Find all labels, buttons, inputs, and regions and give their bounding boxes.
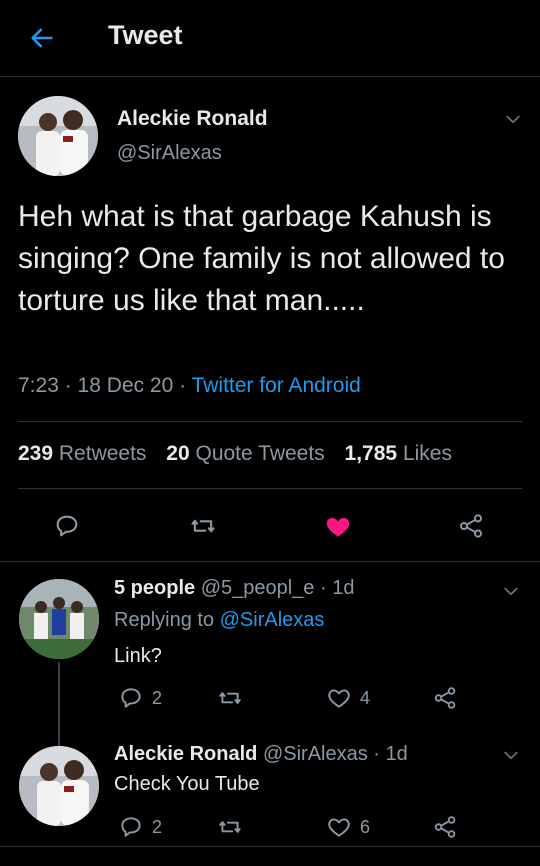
chevron-down-icon: [506, 115, 520, 124]
author-avatar[interactable]: [18, 96, 98, 176]
reply-button[interactable]: [51, 510, 83, 542]
quote-tweets-label: Quote Tweets: [195, 442, 325, 465]
meta-separator: ·: [58, 374, 78, 397]
reply-count: 2: [152, 816, 163, 837]
more-options-button[interactable]: [502, 108, 524, 130]
heart-icon: [328, 689, 350, 708]
back-button[interactable]: [26, 22, 58, 54]
quote-tweets-stat[interactable]: 20 Quote Tweets: [166, 442, 324, 465]
reply-count: 2: [152, 687, 163, 708]
quote-tweets-count: 20: [166, 442, 190, 465]
thread-line: [58, 662, 60, 740]
tweet-source-link[interactable]: Twitter for Android: [192, 374, 361, 397]
retweets-label: Retweets: [58, 442, 147, 465]
tweet-stats: 239 Retweets 20 Quote Tweets 1,785 Likes: [18, 442, 466, 466]
avatar-photo: [18, 96, 98, 176]
tweet-actions: [0, 500, 540, 550]
avatar-photo: [19, 579, 99, 659]
chevron-down-icon: [504, 587, 518, 596]
reply-more-button[interactable]: [500, 744, 522, 766]
reply-more-button[interactable]: [500, 580, 522, 602]
reply-header: 5 people @5_peopl_e · 1d: [114, 577, 354, 600]
reply-avatar[interactable]: [19, 579, 99, 659]
divider: [18, 421, 522, 422]
page-title: Tweet: [108, 20, 183, 50]
reply-actions: 2 4: [114, 683, 514, 713]
likes-count: 1,785: [344, 442, 398, 465]
tweet-time: 7:23: [18, 374, 59, 397]
chevron-down-icon: [504, 751, 518, 760]
reply-icon: [121, 688, 141, 708]
reply-like-button[interactable]: 6: [326, 812, 370, 842]
divider: [18, 488, 522, 489]
arrow-left-icon: [31, 28, 53, 48]
tweet-meta: 7:23 · 18 Dec 20 · Twitter for Android: [18, 374, 361, 398]
retweets-count: 239: [18, 442, 54, 465]
like-count: 6: [360, 816, 371, 837]
reply-actions: 2 6: [114, 812, 514, 842]
reply-separator: ·: [314, 577, 333, 599]
reply-item[interactable]: 5 people @5_peopl_e · 1d Replying to @Si…: [0, 562, 540, 740]
reply-retweet-button[interactable]: [216, 683, 244, 713]
retweet-icon: [219, 821, 241, 833]
replying-to-prefix: Replying to: [114, 609, 220, 631]
tweet-text: Heh what is that garbage Kahush is singi…: [18, 200, 505, 317]
retweet-icon: [191, 519, 215, 533]
reply-share-button[interactable]: [432, 812, 458, 842]
reply-icon: [121, 817, 141, 837]
retweets-stat[interactable]: 239 Retweets: [18, 442, 146, 465]
author-name[interactable]: Aleckie Ronald: [117, 107, 268, 131]
tweet-date: 18 Dec 20: [77, 374, 174, 397]
like-count: 4: [360, 687, 371, 708]
reply-avatar[interactable]: [19, 746, 99, 826]
reply-reply-button[interactable]: 2: [118, 812, 162, 842]
retweet-button[interactable]: [186, 510, 220, 542]
reply-author-name[interactable]: Aleckie Ronald: [114, 743, 257, 765]
replying-to-mention[interactable]: @SirAlexas: [220, 609, 325, 631]
share-icon: [459, 514, 483, 538]
heart-icon: [328, 818, 350, 837]
reply-icon: [56, 515, 78, 537]
retweet-icon: [219, 692, 241, 704]
reply-author-handle[interactable]: @SirAlexas: [263, 743, 368, 765]
reply-reply-button[interactable]: 2: [118, 683, 162, 713]
meta-separator: ·: [173, 374, 192, 397]
reply-author-handle[interactable]: @5_peopl_e: [201, 577, 315, 599]
share-icon: [434, 816, 456, 838]
share-icon: [434, 687, 456, 709]
reply-age: 1d: [385, 743, 408, 765]
reply-retweet-button[interactable]: [216, 812, 244, 842]
reply-author-name[interactable]: 5 people: [114, 577, 195, 599]
likes-stat[interactable]: 1,785 Likes: [345, 442, 452, 465]
replying-to: Replying to @SirAlexas: [114, 609, 324, 632]
reply-separator: ·: [367, 743, 386, 765]
avatar-photo: [19, 746, 99, 826]
like-button[interactable]: [322, 510, 354, 542]
reply-text: Check You Tube: [114, 773, 260, 795]
divider: [0, 846, 540, 847]
reply-item[interactable]: Aleckie Ronald @SirAlexas · 1d Check You…: [0, 740, 540, 866]
share-button[interactable]: [455, 510, 487, 542]
top-bar: Tweet: [0, 0, 540, 77]
reply-header: Aleckie Ronald @SirAlexas · 1d: [114, 743, 408, 766]
reply-share-button[interactable]: [432, 683, 458, 713]
likes-label: Likes: [402, 442, 452, 465]
heart-filled-icon: [326, 517, 350, 537]
tweet-header: Aleckie Ronald @SirAlexas: [18, 96, 522, 180]
author-handle[interactable]: @SirAlexas: [117, 142, 222, 165]
reply-age: 1d: [332, 577, 355, 599]
reply-text: Link?: [114, 645, 162, 667]
reply-like-button[interactable]: 4: [326, 683, 370, 713]
